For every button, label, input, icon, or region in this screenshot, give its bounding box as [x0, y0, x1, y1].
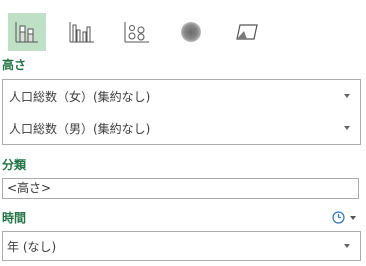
height-section-label: 高さ [2, 58, 27, 72]
time-field[interactable]: 年 (なし) [2, 231, 361, 261]
heatmap-button[interactable] [172, 13, 210, 51]
time-section-label: 時間 [2, 211, 27, 225]
height-field-1[interactable]: 人口総数（女）(集約なし) [3, 80, 360, 112]
clock-icon [332, 211, 345, 224]
chevron-down-icon[interactable] [350, 215, 356, 220]
region-map-button[interactable] [228, 13, 266, 51]
bubble-icon [124, 22, 149, 43]
height-field-2-value: 人口総数（男）(集約なし) [9, 121, 151, 136]
chevron-down-icon[interactable] [344, 126, 350, 130]
category-section-label: 分類 [2, 158, 27, 172]
time-field-value: 年 (なし) [7, 239, 57, 254]
time-settings-control[interactable] [332, 211, 356, 224]
heatmap-icon [181, 22, 201, 42]
bubble-chart-button[interactable] [118, 13, 156, 51]
stacked-column-button[interactable] [8, 13, 46, 51]
clustered-column-icon [69, 22, 94, 43]
height-field-list: 人口総数（女）(集約なし) 人口総数（男）(集約なし) [2, 79, 361, 145]
time-field-row[interactable]: 年 (なし) [3, 232, 360, 260]
chevron-down-icon[interactable] [344, 244, 350, 248]
region-icon [236, 24, 258, 40]
height-field-1-value: 人口総数（女）(集約なし) [9, 89, 151, 104]
clustered-column-button[interactable] [63, 13, 101, 51]
category-field[interactable]: <高さ> [2, 178, 359, 199]
chart-type-toolbar [8, 13, 358, 51]
stacked-column-icon [15, 22, 38, 43]
chevron-down-icon[interactable] [344, 94, 350, 98]
height-field-2[interactable]: 人口総数（男）(集約なし) [3, 112, 360, 144]
